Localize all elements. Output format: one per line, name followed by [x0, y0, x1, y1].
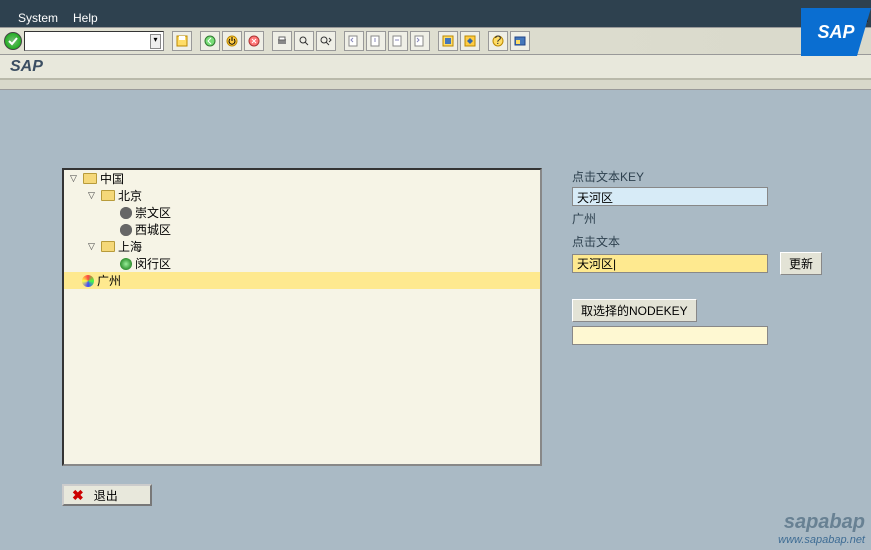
- command-field[interactable]: ▾: [24, 31, 164, 51]
- shortcut-icon[interactable]: [460, 31, 480, 51]
- menu-help[interactable]: Help: [73, 11, 98, 25]
- tree-label: 北京: [118, 187, 142, 204]
- sap-logo: SAP: [801, 8, 871, 56]
- tree-leaf[interactable]: 闵行区: [64, 255, 540, 272]
- text-label: 点击文本: [572, 233, 832, 250]
- app-title: SAP: [0, 55, 871, 80]
- tree-label: 广州: [97, 272, 121, 289]
- folder-icon: [101, 190, 115, 201]
- tree-label: 崇文区: [135, 204, 171, 221]
- collapse-icon[interactable]: ▽: [88, 241, 98, 252]
- tree-node[interactable]: ▽ 北京: [64, 187, 540, 204]
- first-page-icon[interactable]: [344, 31, 364, 51]
- tree-label: 西城区: [135, 221, 171, 238]
- tree-label: 上海: [118, 238, 142, 255]
- help-icon[interactable]: ?: [488, 31, 508, 51]
- print-icon[interactable]: [272, 31, 292, 51]
- cancel-icon[interactable]: [244, 31, 264, 51]
- find-next-icon[interactable]: [316, 31, 336, 51]
- result-field: [572, 326, 768, 345]
- dropdown-icon[interactable]: ▾: [150, 34, 161, 49]
- tree-panel[interactable]: ▽ 中国 ▽ 北京 崇文区 西城区 ▽ 上海 闵行区 广州: [62, 168, 542, 466]
- tree-leaf[interactable]: 西城区: [64, 221, 540, 238]
- x-icon: ✖: [72, 487, 84, 504]
- layout-icon[interactable]: [510, 31, 530, 51]
- update-button[interactable]: 更新: [780, 252, 822, 275]
- key-label: 点击文本KEY: [572, 168, 832, 185]
- sub-toolbar: [0, 80, 871, 90]
- enter-icon[interactable]: [4, 32, 22, 50]
- tree-leaf[interactable]: 崇文区: [64, 204, 540, 221]
- tree-label: 中国: [100, 170, 124, 187]
- text-input[interactable]: [572, 254, 768, 273]
- parent-value: 广州: [572, 210, 832, 227]
- tree-label: 闵行区: [135, 255, 171, 272]
- tree-node-selected[interactable]: 广州: [64, 272, 540, 289]
- exit-button[interactable]: ✖ 退出: [62, 484, 152, 506]
- gear-icon: [120, 207, 132, 219]
- collapse-icon[interactable]: ▽: [88, 190, 98, 201]
- back-icon[interactable]: [200, 31, 220, 51]
- menubar: System Help _ □ ×: [0, 8, 871, 27]
- exit-label: 退出: [94, 487, 118, 504]
- collapse-icon[interactable]: ▽: [70, 173, 80, 184]
- folder-icon: [101, 241, 115, 252]
- watermark: sapabap www.sapabap.net: [778, 511, 865, 546]
- prev-page-icon[interactable]: [366, 31, 386, 51]
- multi-ball-icon: [82, 275, 94, 287]
- last-page-icon[interactable]: [410, 31, 430, 51]
- folder-open-icon: [83, 173, 97, 184]
- save-icon[interactable]: [172, 31, 192, 51]
- green-ball-icon: [120, 258, 132, 270]
- exit-icon[interactable]: [222, 31, 242, 51]
- svg-text:?: ?: [495, 35, 502, 47]
- next-page-icon[interactable]: [388, 31, 408, 51]
- tree-node[interactable]: ▽ 上海: [64, 238, 540, 255]
- tree-node-root[interactable]: ▽ 中国: [64, 170, 540, 187]
- get-selected-nodekey-button[interactable]: 取选择的NODEKEY: [572, 299, 697, 322]
- gear-icon: [120, 224, 132, 236]
- key-field: 天河区: [572, 187, 768, 206]
- menu-system[interactable]: System: [18, 11, 58, 25]
- toolbar: ▾ ? SAP: [0, 27, 871, 55]
- find-icon[interactable]: [294, 31, 314, 51]
- detail-panel: 点击文本KEY 天河区 广州 点击文本 更新 取选择的NODEKEY: [572, 168, 832, 345]
- new-session-icon[interactable]: [438, 31, 458, 51]
